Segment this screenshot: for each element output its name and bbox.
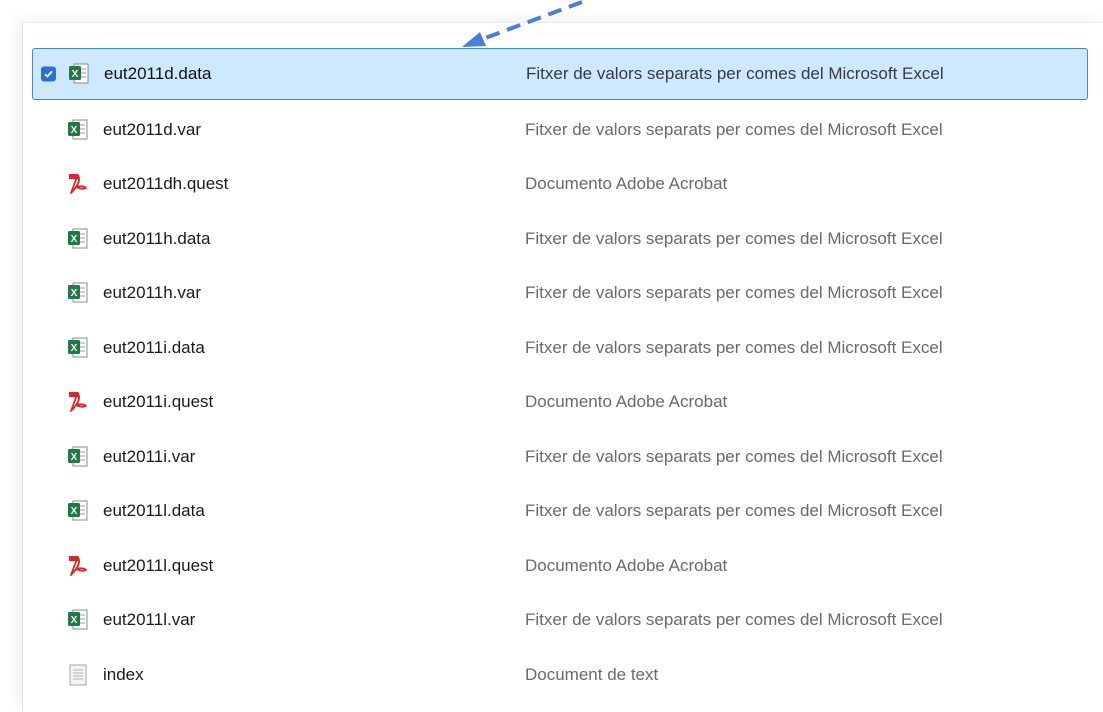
file-name: eut2011i.data: [103, 337, 205, 357]
file-name: eut2011i.var: [103, 446, 196, 466]
file-row[interactable]: X eut2011l.var Fitxer de valors separats…: [32, 593, 1088, 648]
file-type: Documento Adobe Acrobat: [525, 555, 728, 575]
excel-csv-icon: X: [68, 446, 88, 468]
excel-csv-icon: X: [68, 119, 88, 141]
svg-text:X: X: [71, 234, 78, 245]
file-type: Document de text: [525, 664, 659, 684]
file-name: eut2011l.quest: [103, 555, 214, 575]
svg-text:X: X: [71, 615, 78, 626]
checkbox-checked-icon[interactable]: [41, 66, 56, 82]
file-row[interactable]: eut2011i.quest Documento Adobe Acrobat: [32, 375, 1088, 430]
svg-text:X: X: [71, 125, 78, 136]
file-type: Fitxer de valors separats per comes del …: [525, 446, 943, 466]
pdf-icon: [68, 391, 88, 413]
file-row[interactable]: X eut2011d.var Fitxer de valors separats…: [32, 103, 1088, 158]
file-type: Fitxer de valors separats per comes del …: [525, 337, 943, 357]
file-name: eut2011h.var: [103, 283, 201, 303]
pdf-icon: [68, 555, 88, 577]
file-row[interactable]: X eut2011i.data Fitxer de valors separat…: [32, 321, 1088, 376]
file-row[interactable]: X eut2011l.data Fitxer de valors separat…: [32, 484, 1088, 539]
explorer-window: X eut2011d.data Fitxer de valors separat…: [0, 0, 1103, 712]
file-name: index: [103, 664, 144, 684]
file-row[interactable]: X eut2011h.var Fitxer de valors separats…: [32, 266, 1088, 321]
excel-csv-icon: X: [68, 609, 88, 631]
file-name: eut2011d.data: [104, 64, 212, 83]
file-type: Documento Adobe Acrobat: [525, 392, 728, 412]
file-name: eut2011h.data: [103, 228, 211, 248]
file-type: Fitxer de valors separats per comes del …: [525, 228, 943, 248]
file-type: Fitxer de valors separats per comes del …: [525, 119, 943, 139]
svg-text:X: X: [71, 343, 78, 354]
file-row[interactable]: eut2011l.quest Documento Adobe Acrobat: [32, 539, 1088, 594]
file-type: Documento Adobe Acrobat: [525, 174, 728, 194]
svg-text:X: X: [72, 69, 79, 80]
excel-csv-icon: X: [69, 63, 89, 85]
file-row[interactable]: eut2011dh.quest Documento Adobe Acrobat: [32, 157, 1088, 212]
svg-text:X: X: [71, 452, 78, 463]
file-name: eut2011dh.quest: [103, 174, 229, 194]
svg-text:X: X: [71, 288, 78, 299]
file-type: Fitxer de valors separats per comes del …: [525, 283, 943, 303]
file-name: eut2011l.var: [103, 610, 196, 630]
file-name: eut2011i.quest: [103, 392, 214, 412]
file-type: Fitxer de valors separats per comes del …: [525, 501, 943, 521]
file-row[interactable]: X eut2011i.var Fitxer de valors separats…: [32, 430, 1088, 485]
file-list: X eut2011d.data Fitxer de valors separat…: [32, 48, 1088, 702]
pdf-icon: [68, 173, 88, 195]
excel-csv-icon: X: [68, 337, 88, 359]
file-type: Fitxer de valors separats per comes del …: [526, 64, 944, 83]
file-row[interactable]: X eut2011h.data Fitxer de valors separat…: [32, 212, 1088, 267]
excel-csv-icon: X: [68, 228, 88, 250]
svg-text:X: X: [71, 506, 78, 517]
file-row[interactable]: index Document de text: [32, 648, 1088, 703]
file-name: eut2011d.var: [103, 119, 201, 139]
file-type: Fitxer de valors separats per comes del …: [525, 610, 943, 630]
file-row[interactable]: X eut2011d.data Fitxer de valors separat…: [32, 48, 1088, 100]
file-name: eut2011l.data: [103, 501, 205, 521]
text-file-icon: [68, 664, 88, 686]
excel-csv-icon: X: [68, 282, 88, 304]
excel-csv-icon: X: [68, 500, 88, 522]
